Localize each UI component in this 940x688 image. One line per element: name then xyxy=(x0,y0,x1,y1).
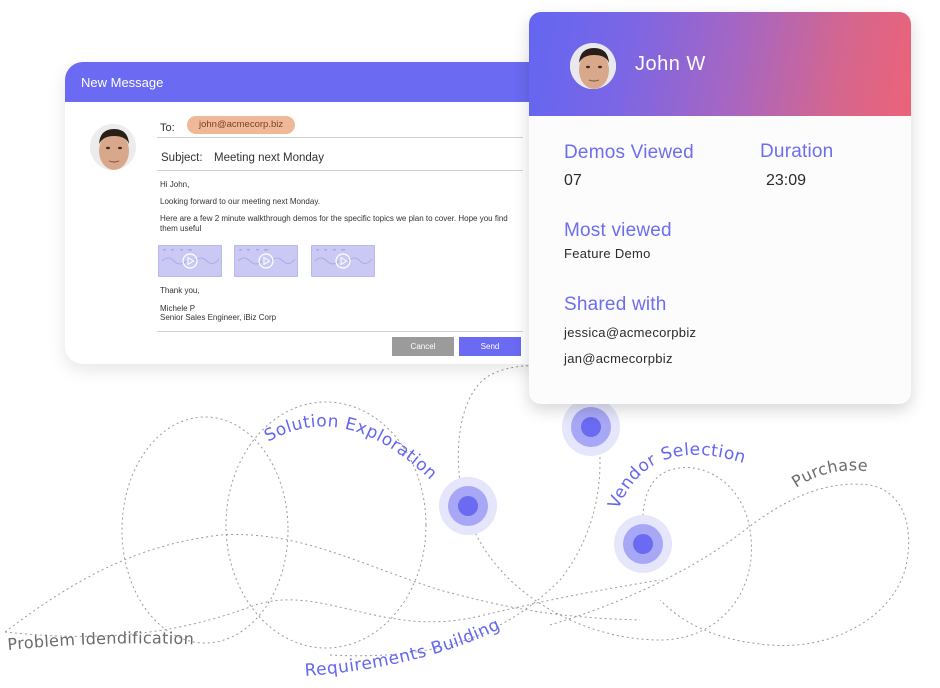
shared-with-email: jan@acmecorpbiz xyxy=(564,351,673,366)
demos-viewed-label: Demos Viewed xyxy=(564,142,694,163)
sender-avatar xyxy=(90,124,136,170)
subject-label: Subject: xyxy=(161,152,203,164)
shared-with-label: Shared with xyxy=(564,294,667,315)
subject-input[interactable]: Meeting next Monday xyxy=(214,152,324,164)
footer-divider xyxy=(157,331,523,332)
stage-label-vendor-selection: Vendor Selection xyxy=(604,440,748,512)
demo-thumbnail[interactable] xyxy=(158,245,222,277)
duration-value: 23:09 xyxy=(766,172,807,189)
stage-marker[interactable] xyxy=(614,515,672,573)
demos-viewed-value: 07 xyxy=(564,172,582,189)
cancel-button[interactable]: Cancel xyxy=(392,337,454,356)
demo-thumbnail[interactable] xyxy=(234,245,298,277)
stage-marker[interactable] xyxy=(439,477,497,535)
stage-label-solution-exploration: Solution Exploration xyxy=(261,411,441,484)
demo-thumbnail[interactable] xyxy=(311,245,375,277)
shared-with-email: jessica@acmecorpbiz xyxy=(564,325,697,340)
to-label: To: xyxy=(160,122,175,134)
most-viewed-label: Most viewed xyxy=(564,220,672,241)
journey-curve-b xyxy=(4,579,661,637)
send-button[interactable]: Send xyxy=(459,337,521,356)
message-greeting: Hi John, xyxy=(160,180,190,189)
message-line-2: Here are a few 2 minute walkthrough demo… xyxy=(160,214,508,233)
most-viewed-value: Feature Demo xyxy=(564,246,651,261)
loop-circle-1 xyxy=(121,416,289,644)
email-composer-window: New Message To: john@acmecorp.biz Subjec… xyxy=(65,62,545,364)
stage-label-requirements-building: Requirements Building xyxy=(304,615,504,681)
play-icon xyxy=(161,249,220,269)
message-line-1: Looking forward to our meeting next Mond… xyxy=(160,197,320,206)
to-field[interactable]: To: john@acmecorp.biz xyxy=(157,114,523,138)
sender-title: Senior Sales Engineer, iBiz Corp xyxy=(160,313,277,322)
person-face-icon xyxy=(90,124,136,170)
person-face-icon xyxy=(570,43,616,89)
duration-label: Duration xyxy=(760,141,834,162)
journey-curve-a xyxy=(4,534,641,633)
journey-loop-d xyxy=(549,483,910,647)
recipient-chip[interactable]: john@acmecorp.biz xyxy=(187,116,296,134)
message-closing: Thank you, xyxy=(160,286,200,295)
prospect-name: John W xyxy=(635,53,706,75)
stage-label-purchase: Purchase xyxy=(788,455,869,491)
subject-field[interactable]: Subject: Meeting next Monday xyxy=(157,146,523,171)
play-icon xyxy=(314,249,373,269)
composer-title: New Message xyxy=(65,62,545,102)
stage-label-problem-identification: Problem Idendification xyxy=(7,628,195,654)
prospect-analytics-card: John W Demos Viewed 07 Duration 23:09 Mo… xyxy=(529,12,911,404)
prospect-avatar xyxy=(570,43,616,89)
stage-marker[interactable] xyxy=(562,398,620,456)
play-icon xyxy=(237,249,296,269)
